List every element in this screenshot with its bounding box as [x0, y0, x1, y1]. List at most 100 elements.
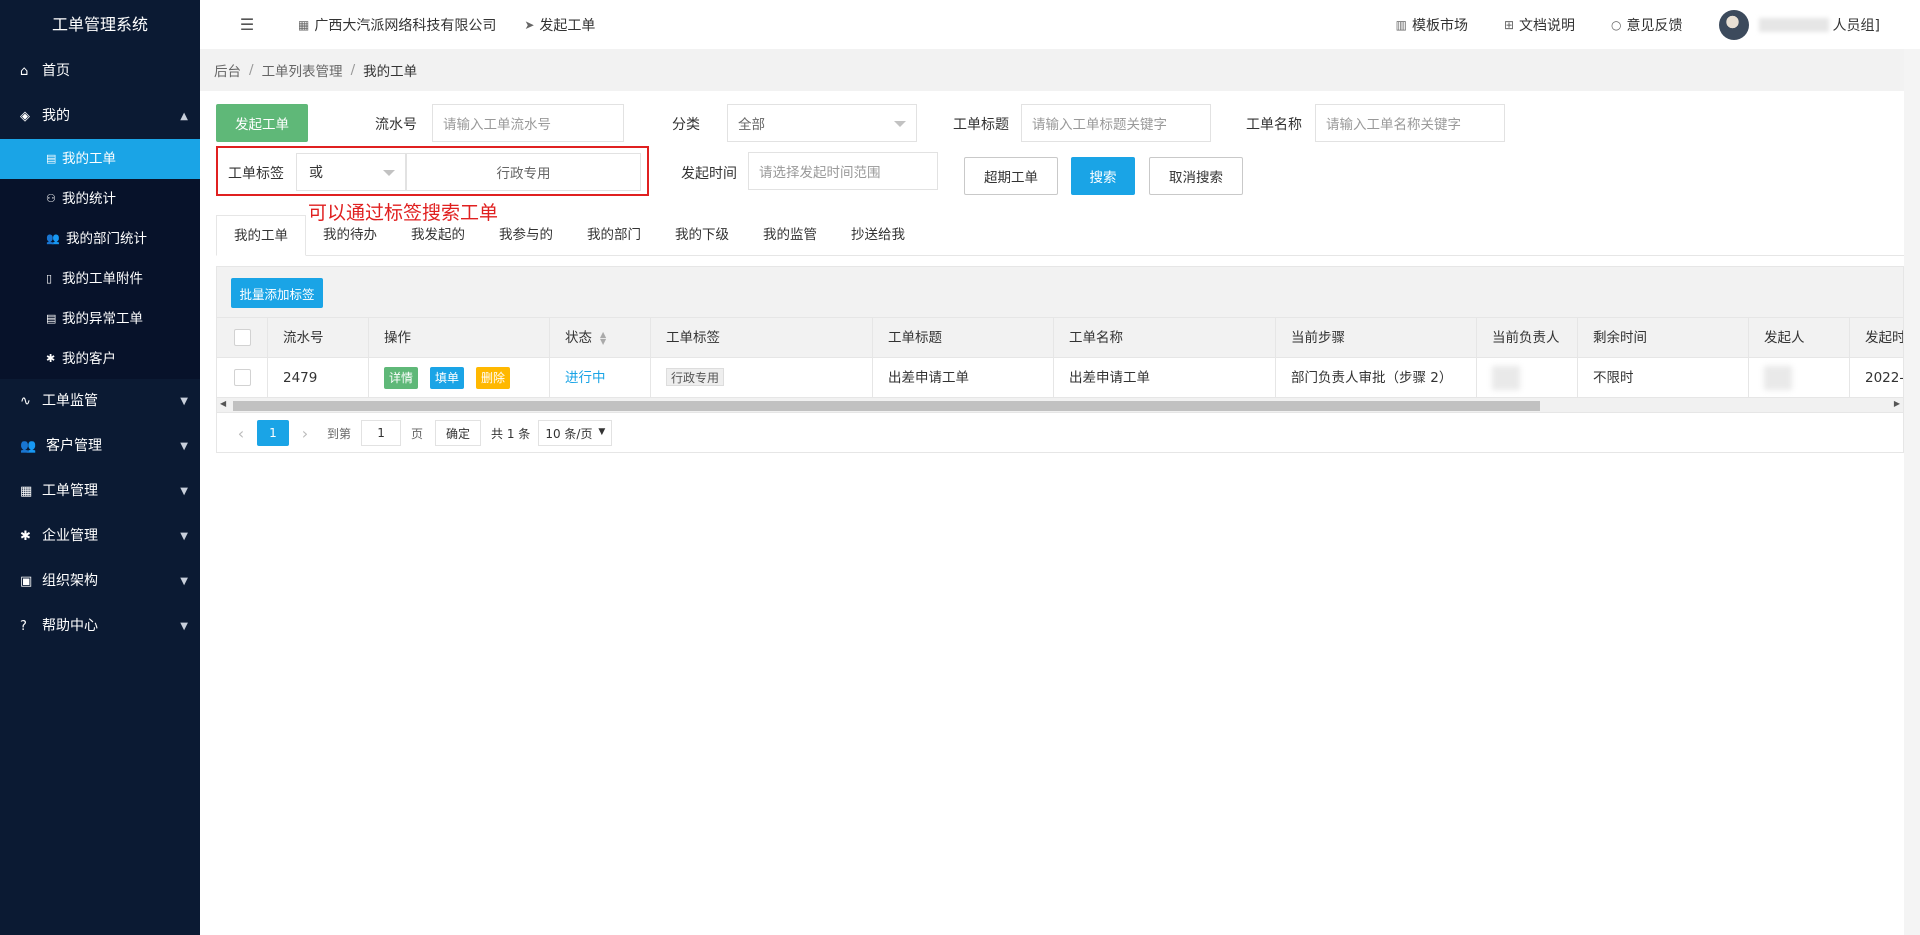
- title-keyword-input[interactable]: 请输入工单标题关键字: [1021, 104, 1211, 142]
- sort-icon[interactable]: ▲ ▼: [600, 330, 606, 345]
- column-header-status[interactable]: 状态 ▲ ▼: [550, 318, 651, 358]
- tag-label: 工单标签: [228, 166, 284, 182]
- create-ticket-link[interactable]: ➤ 发起工单: [524, 15, 595, 35]
- tab-cc[interactable]: 抄送给我: [834, 215, 922, 256]
- goto-confirm-button[interactable]: 确定: [435, 420, 482, 446]
- tag-value-input[interactable]: 行政专用: [406, 153, 641, 191]
- docs-link[interactable]: ⊞ 文档说明: [1504, 15, 1575, 35]
- cancel-search-button[interactable]: 取消搜索: [1149, 157, 1243, 195]
- table-panel: 批量添加标签 流水号 操作 状态 ▲ ▼ 工单标签 工单标题 工单名称 当前步骤 当…: [216, 266, 1904, 453]
- detail-button[interactable]: 详情: [384, 366, 419, 389]
- breadcrumb-item[interactable]: 工单列表管理: [262, 60, 343, 80]
- sidebar-item-attachments[interactable]: ▯ 我的工单附件: [0, 259, 200, 299]
- file-icon: ▯: [46, 272, 53, 285]
- name-label: 工单名称: [1246, 117, 1302, 133]
- home-icon: ⌂: [20, 64, 29, 79]
- scroll-right-icon[interactable]: ▶: [1894, 399, 1900, 408]
- column-header: 发起人: [1749, 318, 1850, 358]
- scroll-left-icon[interactable]: ◀: [220, 399, 226, 408]
- flow-number-input[interactable]: 请输入工单流水号: [432, 104, 624, 142]
- next-page-icon[interactable]: ›: [293, 424, 317, 443]
- sidebar-item-ticket-mgmt[interactable]: ▦ 工单管理 ▼: [0, 469, 200, 514]
- chevron-down-icon: ▼: [180, 396, 188, 407]
- avatar[interactable]: [1718, 9, 1749, 40]
- column-header: 工单名称: [1054, 318, 1276, 358]
- question-icon: ?: [20, 619, 27, 634]
- scroll-thumb[interactable]: [233, 401, 1540, 411]
- goto-page-input[interactable]: 1: [361, 420, 402, 446]
- search-button[interactable]: 搜索: [1071, 157, 1135, 195]
- table-toolbar: 批量添加标签: [217, 267, 1903, 318]
- sidebar-item-customer-mgmt[interactable]: 👥 客户管理 ▼: [0, 424, 200, 469]
- menu-toggle-icon[interactable]: ☰: [224, 15, 270, 34]
- status-link[interactable]: 进行中: [565, 370, 606, 386]
- cell-title: 出差申请工单: [873, 357, 1054, 398]
- time-range-input[interactable]: 请选择发起时间范围: [748, 152, 938, 190]
- category-selected-value: 全部: [738, 117, 765, 133]
- template-market-link[interactable]: ▥ 模板市场: [1396, 15, 1468, 35]
- tab-subordinates[interactable]: 我的下级: [658, 215, 746, 256]
- sidebar-item-help[interactable]: ? 帮助中心 ▼: [0, 604, 200, 649]
- column-header: 流水号: [268, 318, 369, 358]
- breadcrumb-separator: /: [350, 62, 356, 78]
- sidebar-item-org[interactable]: ▣ 组织架构 ▼: [0, 559, 200, 604]
- sidebar-item-dept-stats[interactable]: 👥 我的部门统计: [0, 219, 200, 259]
- select-all-checkbox[interactable]: [217, 318, 268, 358]
- sidebar-item-supervise[interactable]: ∿ 工单监管 ▼: [0, 379, 200, 424]
- name-keyword-input[interactable]: 请输入工单名称关键字: [1315, 104, 1505, 142]
- page-size-select[interactable]: 10 条/页 ▼: [538, 420, 613, 446]
- user-group-label[interactable]: 人员组]: [1833, 15, 1880, 35]
- page-number-current[interactable]: 1: [257, 420, 289, 446]
- tag-mode-select[interactable]: 或: [296, 153, 406, 191]
- chevron-down-icon: [383, 170, 395, 176]
- page-scrollbar[interactable]: [1904, 49, 1920, 935]
- cell-remaining: 不限时: [1578, 357, 1749, 398]
- sidebar-item-home[interactable]: ⌂ 首页: [0, 49, 200, 94]
- sidebar-item-customers[interactable]: ✱ 我的客户: [0, 339, 200, 379]
- chevron-down-icon: ▼: [180, 486, 188, 497]
- sidebar-item-enterprise[interactable]: ✱ 企业管理 ▼: [0, 514, 200, 559]
- tab-participated[interactable]: 我参与的: [482, 215, 570, 256]
- create-ticket-button[interactable]: 发起工单: [216, 104, 308, 142]
- sidebar-item-label: 我的客户: [62, 351, 116, 367]
- sidebar-item-mine[interactable]: ◈ 我的 ▲: [0, 94, 200, 139]
- sidebar-item-label: 客户管理: [46, 438, 102, 454]
- delete-button[interactable]: 删除: [476, 366, 511, 389]
- category-select[interactable]: 全部: [727, 104, 917, 142]
- document-icon: ▤: [46, 152, 57, 165]
- sidebar-item-label: 企业管理: [42, 528, 98, 544]
- tab-initiated[interactable]: 我发起的: [394, 215, 482, 256]
- template-market-label: 模板市场: [1411, 17, 1468, 34]
- company-switch[interactable]: ▦ 广西大汽派网络科技有限公司: [298, 15, 496, 35]
- sidebar-item-my-tickets[interactable]: ▤ 我的工单: [0, 139, 200, 179]
- username-redacted: [1758, 17, 1829, 32]
- pagination: ‹ 1 › 到第 1 页 确定 共 1 条 10 条/页 ▼: [217, 413, 1903, 453]
- horizontal-scrollbar[interactable]: ◀ ▶: [217, 398, 1903, 413]
- row-checkbox[interactable]: [217, 357, 268, 398]
- cell-initiator-redacted: [1749, 357, 1850, 398]
- chevron-down-icon: ▼: [180, 621, 188, 632]
- batch-add-tag-button[interactable]: 批量添加标签: [231, 278, 323, 308]
- cell-flow-number: 2479: [268, 357, 369, 398]
- sidebar-item-label: 我的工单附件: [62, 271, 143, 287]
- overdue-tickets-button[interactable]: 超期工单: [964, 157, 1058, 195]
- submenu-mine: ▤ 我的工单 ⚇ 我的统计 👥 我的部门统计 ▯ 我的工单附件 ▤ 我的异常工单…: [0, 139, 200, 379]
- document-icon: ▤: [46, 312, 57, 325]
- table-row: 2479 详情 填单 删除 进行中 行政专用 出差申请工单 出差申请工单 部门负责人…: [217, 357, 1903, 398]
- header-right: ▥ 模板市场 ⊞ 文档说明 ○ 意见反馈 人员组]: [1396, 0, 1920, 49]
- prev-page-icon[interactable]: ‹: [229, 424, 253, 443]
- tag-search-highlight: 工单标签 或 行政专用: [216, 146, 649, 196]
- users-icon: 👥: [46, 232, 60, 245]
- tab-department[interactable]: 我的部门: [570, 215, 658, 256]
- fill-button[interactable]: 填单: [430, 366, 465, 389]
- chevron-up-icon: ▲: [180, 111, 188, 122]
- tab-todo[interactable]: 我的待办: [306, 215, 394, 256]
- breadcrumb-separator: /: [249, 62, 254, 78]
- breadcrumb-item[interactable]: 后台: [214, 60, 241, 80]
- tab-my-tickets[interactable]: 我的工单: [216, 215, 306, 256]
- sidebar-item-abnormal[interactable]: ▤ 我的异常工单: [0, 299, 200, 339]
- column-header: 操作: [369, 318, 550, 358]
- tab-supervision[interactable]: 我的监管: [746, 215, 834, 256]
- sidebar-item-my-stats[interactable]: ⚇ 我的统计: [0, 179, 200, 219]
- feedback-link[interactable]: ○ 意见反馈: [1611, 15, 1682, 35]
